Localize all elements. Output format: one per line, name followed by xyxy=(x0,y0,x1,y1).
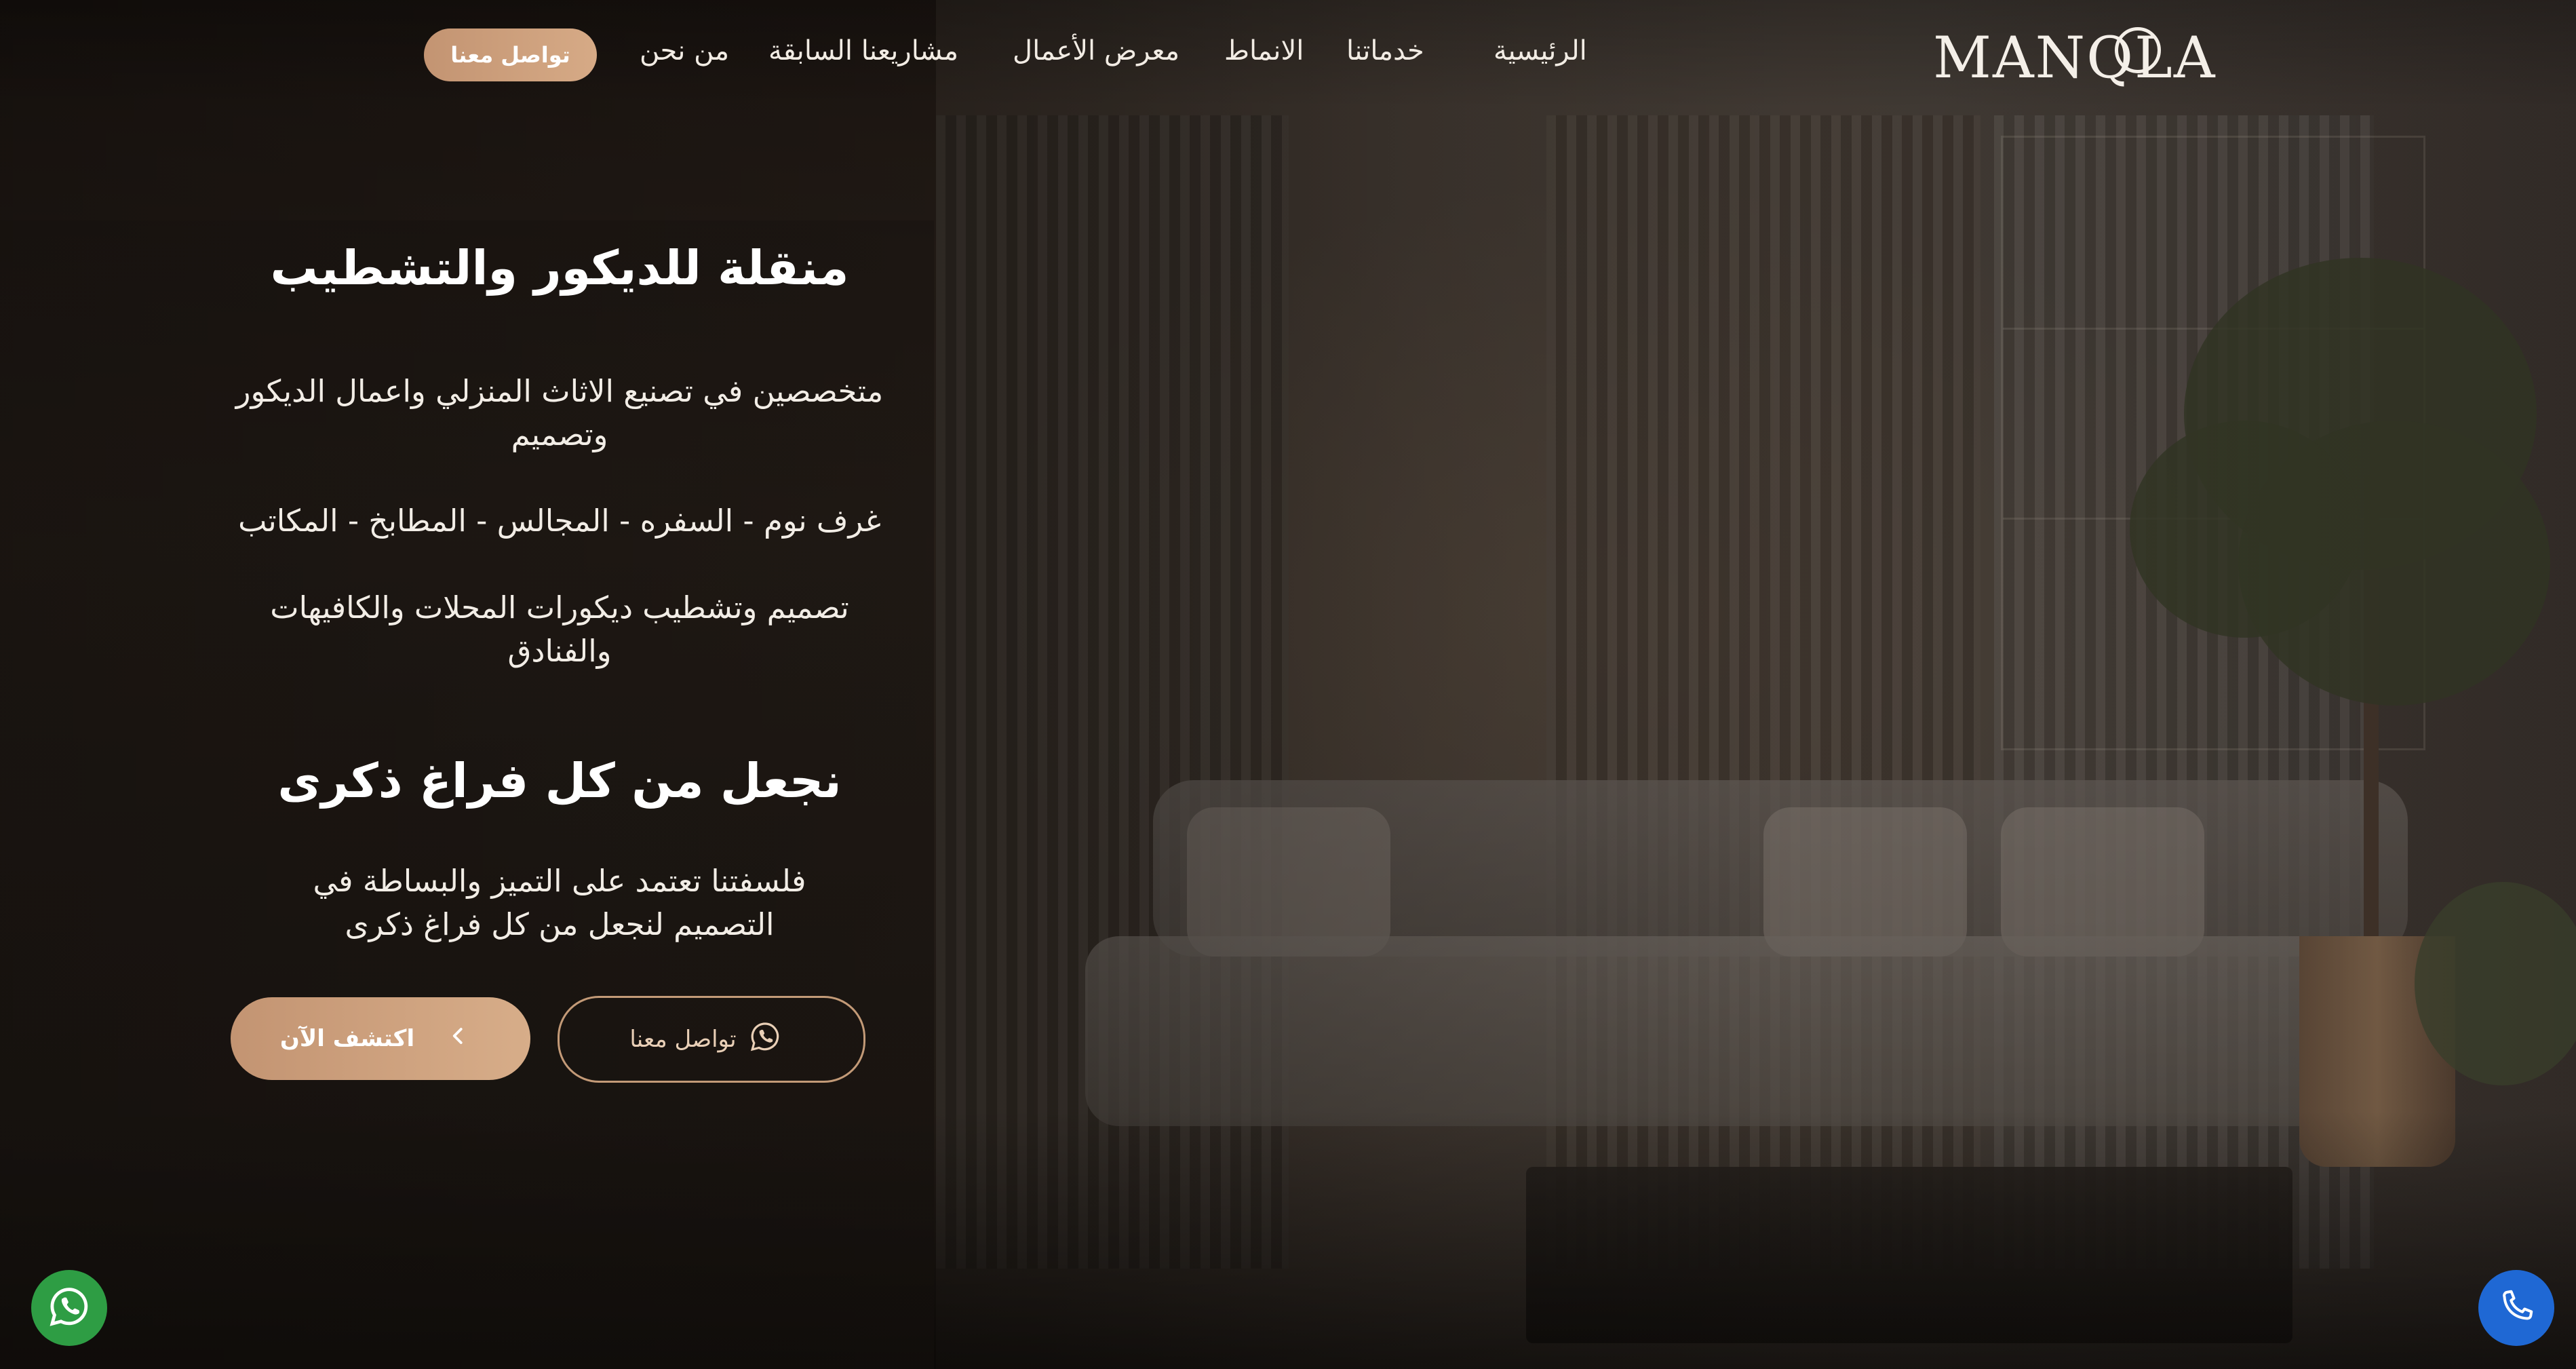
hero-background xyxy=(0,0,2576,1369)
nav-item-about[interactable]: من نحن xyxy=(640,33,729,69)
hero-philosophy: فلسفتنا تعتمد على التميز والبساطة في الت… xyxy=(313,863,806,942)
whatsapp-floating-button[interactable] xyxy=(31,1270,107,1346)
site-header: MANQLA الرئيسية خدماتنا الانماط معرض الأ… xyxy=(0,0,2576,109)
contact-us-button[interactable]: تواصل معنا xyxy=(424,28,597,81)
nav-item-gallery[interactable]: معرض الأعمال xyxy=(1013,33,1179,69)
hero-subtitle-block: نجعل من كل فراغ ذكرى xyxy=(190,750,929,811)
hero-line-3-block: تصميم وتشطيب ديكورات المحلات والكافيهات … xyxy=(244,586,875,673)
whatsapp-contact-button[interactable]: تواصل معنا xyxy=(558,996,865,1083)
phone-icon xyxy=(2496,1286,2537,1330)
nav-item-styles[interactable]: الانماط xyxy=(1224,33,1304,69)
logo-ring-icon xyxy=(2115,27,2161,73)
whatsapp-contact-label: تواصل معنا xyxy=(629,1026,737,1053)
hero-subtitle: نجعل من كل فراغ ذكرى xyxy=(277,753,842,809)
hero-line-1: متخصصين في تصنيع الاثاث المنزلي واعمال ا… xyxy=(235,373,884,452)
hero-line-2: غرف نوم - السفره - المجالس - المطابخ - ا… xyxy=(238,503,881,539)
hero-line-2-block: غرف نوم - السفره - المجالس - المطابخ - ا… xyxy=(190,499,929,543)
hero-line-3: تصميم وتشطيب ديكورات المحلات والكافيهات … xyxy=(270,590,849,669)
explore-now-button[interactable]: اكتشف الآن xyxy=(231,997,530,1080)
call-floating-button[interactable] xyxy=(2478,1270,2554,1346)
hero-title-block: منقلة للديكور والتشطيب xyxy=(190,237,929,298)
hero-line-1-block: متخصصين في تصنيع الاثاث المنزلي واعمال ا… xyxy=(203,370,916,457)
nav-item-past-projects[interactable]: مشاريعنا السابقة xyxy=(768,33,958,69)
explore-now-label: اكتشف الآن xyxy=(279,1025,415,1052)
chevron-left-icon xyxy=(448,1025,469,1052)
hero-philosophy-block: فلسفتنا تعتمد على التميز والبساطة في الت… xyxy=(285,860,834,946)
brand-logo-text: MANQLA xyxy=(1933,24,2217,91)
hero-title: منقلة للديكور والتشطيب xyxy=(270,240,849,296)
whatsapp-icon xyxy=(47,1285,91,1331)
whatsapp-icon xyxy=(749,1020,781,1059)
nav-item-services[interactable]: خدماتنا xyxy=(1346,33,1424,69)
nav-item-home[interactable]: الرئيسية xyxy=(1494,33,1587,69)
